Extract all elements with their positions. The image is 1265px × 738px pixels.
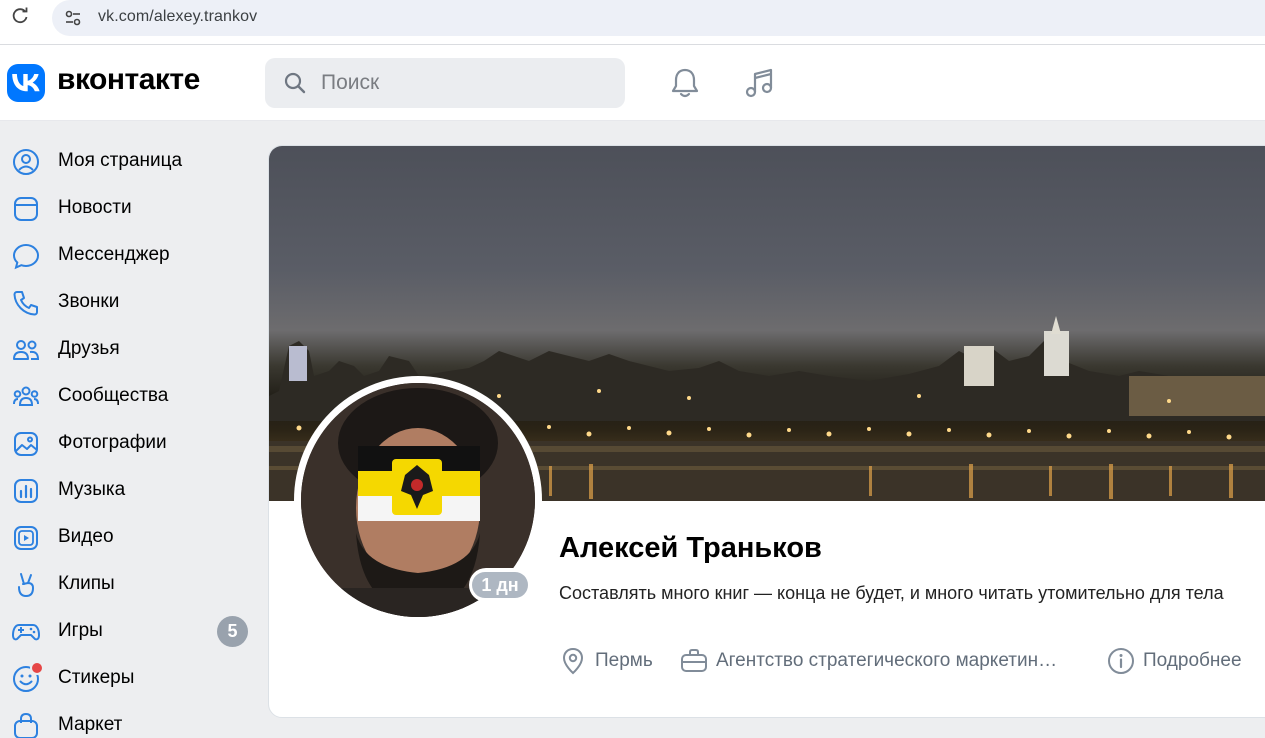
communities-icon [11,382,41,412]
profile-name: Алексей Траньков [559,532,822,564]
sticker-icon [11,661,44,694]
more-info-button[interactable]: Подробнее [1107,646,1242,676]
profile-card: 1 дн Алексей Траньков Составлять много к… [268,145,1265,718]
brand-wordmark[interactable]: вконтакте [57,63,200,97]
clips-icon [11,570,41,600]
sidebar-item-news[interactable]: Новости [0,185,260,232]
sidebar-item-label: Новости [58,197,132,218]
sidebar-item-label: Мессенджер [58,244,170,265]
sidebar-item-label: Видео [58,526,114,547]
sidebar-item-games[interactable]: Игры 5 [0,608,260,655]
sidebar-item-friends[interactable]: Друзья [0,326,260,373]
photo-icon [11,429,41,459]
friends-icon [11,335,41,365]
sidebar-item-communities[interactable]: Сообщества [0,373,260,420]
notification-dot [30,661,44,675]
sidebar-item-label: Сообщества [58,385,169,406]
search-input[interactable] [321,58,611,108]
sidebar-item-label: Звонки [58,291,120,312]
sidebar-item-label: Друзья [58,338,120,359]
avatar-frame[interactable]: 1 дн [294,376,542,624]
tune-icon[interactable] [60,5,86,31]
news-icon [11,194,41,224]
user-circle-icon [11,147,41,177]
briefcase-icon [680,647,708,675]
bell-icon[interactable] [667,65,703,101]
sidebar-item-label: Фотографии [58,432,167,453]
sidebar-item-my-page[interactable]: Моя страница [0,138,260,185]
phone-icon [11,288,41,318]
market-bag-icon [11,711,41,738]
sidebar-item-music[interactable]: Музыка [0,467,260,514]
sidebar-item-market[interactable]: Маркет [0,702,260,738]
browser-toolbar: vk.com/alexey.trankov [0,0,1265,45]
sidebar-item-label: Стикеры [58,667,135,688]
location-pin-icon [559,647,587,675]
work-text: Агентство стратегического маркетин… [716,650,1058,671]
games-count-badge: 5 [217,616,248,647]
vk-logo-icon[interactable] [7,64,45,102]
address-bar[interactable]: vk.com/alexey.trankov [52,0,1265,36]
sidebar-item-label: Маркет [58,714,123,735]
sidebar-item-stickers[interactable]: Стикеры [0,655,260,702]
sidebar-item-messenger[interactable]: Мессенджер [0,232,260,279]
reload-icon[interactable] [8,4,32,28]
sidebar-item-photos[interactable]: Фотографии [0,420,260,467]
more-info-label: Подробнее [1143,650,1242,671]
sidebar-item-label: Клипы [58,573,115,594]
city-info[interactable]: Пермь [559,646,653,676]
music-icon [11,476,41,506]
url-text[interactable]: vk.com/alexey.trankov [98,8,257,26]
search-box[interactable] [265,58,625,108]
sidebar-item-video[interactable]: Видео [0,514,260,561]
site-header: вконтакте [0,45,1265,121]
info-icon [1107,647,1135,675]
city-text: Пермь [595,650,653,671]
work-info[interactable]: Агентство стратегического маркетин… [680,646,1057,676]
search-icon [283,71,307,95]
gamepad-icon [11,617,41,647]
sidebar-nav: Моя страница Новости Мессенджер Звонки Д… [0,138,260,738]
last-seen-text: 1 дн [472,572,528,598]
profile-status: Составлять много книг — конца не будет, … [559,583,1224,603]
message-icon [11,241,41,271]
video-icon [11,523,41,553]
sidebar-item-label: Моя страница [58,150,183,171]
sidebar-item-clips[interactable]: Клипы [0,561,260,608]
music-note-icon[interactable] [741,65,777,101]
sidebar-item-calls[interactable]: Звонки [0,279,260,326]
sidebar-item-label: Музыка [58,479,126,500]
sidebar-item-label: Игры [58,620,103,641]
last-seen-badge: 1 дн [469,568,531,602]
